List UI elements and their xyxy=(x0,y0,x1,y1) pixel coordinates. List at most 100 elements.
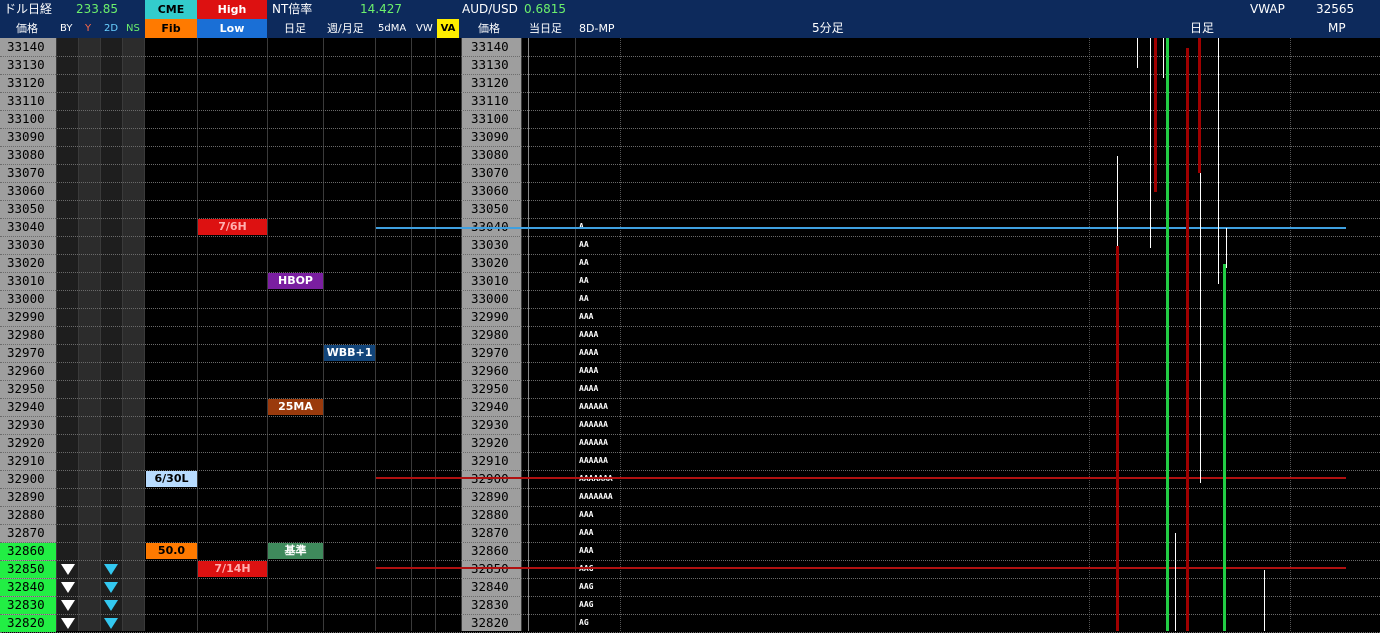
price-cell-left[interactable]: 32880 xyxy=(7,506,45,524)
daily-wick xyxy=(1226,228,1227,268)
price-cell-right[interactable]: 32860 xyxy=(471,542,509,560)
market-profile-row: AAAA xyxy=(579,366,599,375)
price-cell-right[interactable]: 33110 xyxy=(471,92,509,110)
row-gridline xyxy=(0,470,1380,471)
price-cell-left[interactable]: 33070 xyxy=(7,164,45,182)
market-profile-row: AAA xyxy=(579,546,594,555)
price-cell-left[interactable]: 32850 xyxy=(7,560,45,578)
price-cell-left[interactable]: 32890 xyxy=(7,488,45,506)
price-cell-left[interactable]: 33140 xyxy=(7,38,45,56)
price-cell-left[interactable]: 32860 xyxy=(7,542,45,560)
price-cell-left[interactable]: 33110 xyxy=(7,92,45,110)
row-gridline xyxy=(0,56,1380,57)
price-cell-left[interactable]: 33090 xyxy=(7,128,45,146)
price-cell-right[interactable]: 32850 xyxy=(471,560,509,578)
price-cell-right[interactable]: 33120 xyxy=(471,74,509,92)
price-cell-left[interactable]: 32870 xyxy=(7,524,45,542)
price-cell-right[interactable]: 33030 xyxy=(471,236,509,254)
price-cell-left[interactable]: 32980 xyxy=(7,326,45,344)
row-gridline xyxy=(0,272,1380,273)
high-header[interactable]: High xyxy=(197,0,267,19)
price-cell-left[interactable]: 32970 xyxy=(7,344,45,362)
price-cell-left[interactable]: 32840 xyxy=(7,578,45,596)
price-cell-right[interactable]: 32910 xyxy=(471,452,509,470)
price-cell-left[interactable]: 33130 xyxy=(7,56,45,74)
price-cell-right[interactable]: 33010 xyxy=(471,272,509,290)
price-cell-left[interactable]: 33020 xyxy=(7,254,45,272)
price-cell-right[interactable]: 33080 xyxy=(471,146,509,164)
price-cell-right[interactable]: 32900 xyxy=(471,470,509,488)
price-cell-left[interactable]: 33120 xyxy=(7,74,45,92)
price-cell-right[interactable]: 32820 xyxy=(471,614,509,632)
price-cell-left[interactable]: 33000 xyxy=(7,290,45,308)
row-gridline xyxy=(0,398,1380,399)
price-col-header: 価格 xyxy=(16,22,38,35)
price-cell-right[interactable]: 32830 xyxy=(471,596,509,614)
vwap-value: 32565 xyxy=(1316,2,1355,16)
price-cell-right[interactable]: 33000 xyxy=(471,290,509,308)
fib-col-header[interactable]: Fib xyxy=(145,19,197,38)
tag-7-14h: 7/14H xyxy=(198,561,267,577)
price-cell-right[interactable]: 32880 xyxy=(471,506,509,524)
market-profile-row: AAAA xyxy=(579,384,599,393)
price-cell-left[interactable]: 33060 xyxy=(7,182,45,200)
cme-header[interactable]: CME xyxy=(145,0,197,19)
price-cell-left[interactable]: 33040 xyxy=(7,218,45,236)
level-line-red-lower xyxy=(376,567,1346,569)
row-gridline xyxy=(0,308,1380,309)
row-gridline xyxy=(0,92,1380,93)
price-cell-right[interactable]: 32960 xyxy=(471,362,509,380)
price-cell-right[interactable]: 32840 xyxy=(471,578,509,596)
price-cell-left[interactable]: 32910 xyxy=(7,452,45,470)
price-cell-left[interactable]: 33050 xyxy=(7,200,45,218)
price-cell-right[interactable]: 33090 xyxy=(471,128,509,146)
price-cell-left[interactable]: 32960 xyxy=(7,362,45,380)
price-cell-left[interactable]: 33030 xyxy=(7,236,45,254)
low-col-header[interactable]: Low xyxy=(197,19,267,38)
price-cell-left[interactable]: 32950 xyxy=(7,380,45,398)
market-profile-row: AAAAAA xyxy=(579,456,608,465)
price-cell-right[interactable]: 33130 xyxy=(471,56,509,74)
price-cell-right[interactable]: 33070 xyxy=(471,164,509,182)
y-col-header: Y xyxy=(85,23,92,34)
row-gridline xyxy=(0,236,1380,237)
daily-wick xyxy=(1150,38,1151,248)
daily-candle-green xyxy=(1223,264,1226,631)
daily-wick xyxy=(1175,533,1176,631)
price-cell-right[interactable]: 32920 xyxy=(471,434,509,452)
daily-wick xyxy=(1117,156,1118,246)
price-cell-left[interactable]: 32830 xyxy=(7,596,45,614)
price-cell-right[interactable]: 32930 xyxy=(471,416,509,434)
price-cell-right[interactable]: 33060 xyxy=(471,182,509,200)
price-cell-right[interactable]: 33020 xyxy=(471,254,509,272)
price-cell-left[interactable]: 32990 xyxy=(7,308,45,326)
price-cell-right[interactable]: 32970 xyxy=(471,344,509,362)
price-cell-right[interactable]: 33100 xyxy=(471,110,509,128)
price-cell-right[interactable]: 32980 xyxy=(471,326,509,344)
price-cell-right[interactable]: 32990 xyxy=(471,308,509,326)
price-cell-right[interactable]: 32890 xyxy=(471,488,509,506)
price-cell-left[interactable]: 32920 xyxy=(7,434,45,452)
price-cell-left[interactable]: 33100 xyxy=(7,110,45,128)
price-cell-left[interactable]: 33010 xyxy=(7,272,45,290)
price-cell-right[interactable]: 33140 xyxy=(471,38,509,56)
tag-hbop: HBOP xyxy=(268,273,323,289)
daily-candle-red xyxy=(1198,38,1201,173)
row-gridline xyxy=(0,200,1380,201)
price-cell-left[interactable]: 32900 xyxy=(7,470,45,488)
row-gridline xyxy=(0,506,1380,507)
price-cell-right[interactable]: 32940 xyxy=(471,398,509,416)
price-cell-left[interactable]: 32930 xyxy=(7,416,45,434)
va-col-header[interactable]: VA xyxy=(437,19,459,38)
price-cell-right[interactable]: 32950 xyxy=(471,380,509,398)
header-row-top: ドル日経 233.85 CME High NT倍率 14.427 AUD/USD… xyxy=(0,0,1380,19)
price-cell-left[interactable]: 32940 xyxy=(7,398,45,416)
price-cell-left[interactable]: 33080 xyxy=(7,146,45,164)
price-cell-right[interactable]: 32870 xyxy=(471,524,509,542)
2d-down-marker-icon xyxy=(104,618,118,629)
price-cell-right[interactable]: 33050 xyxy=(471,200,509,218)
2d-down-marker-icon xyxy=(104,600,118,611)
tag-fib-50: 50.0 xyxy=(146,543,197,559)
price-cell-left[interactable]: 32820 xyxy=(7,614,45,632)
market-profile-row: AAAAAA xyxy=(579,402,608,411)
